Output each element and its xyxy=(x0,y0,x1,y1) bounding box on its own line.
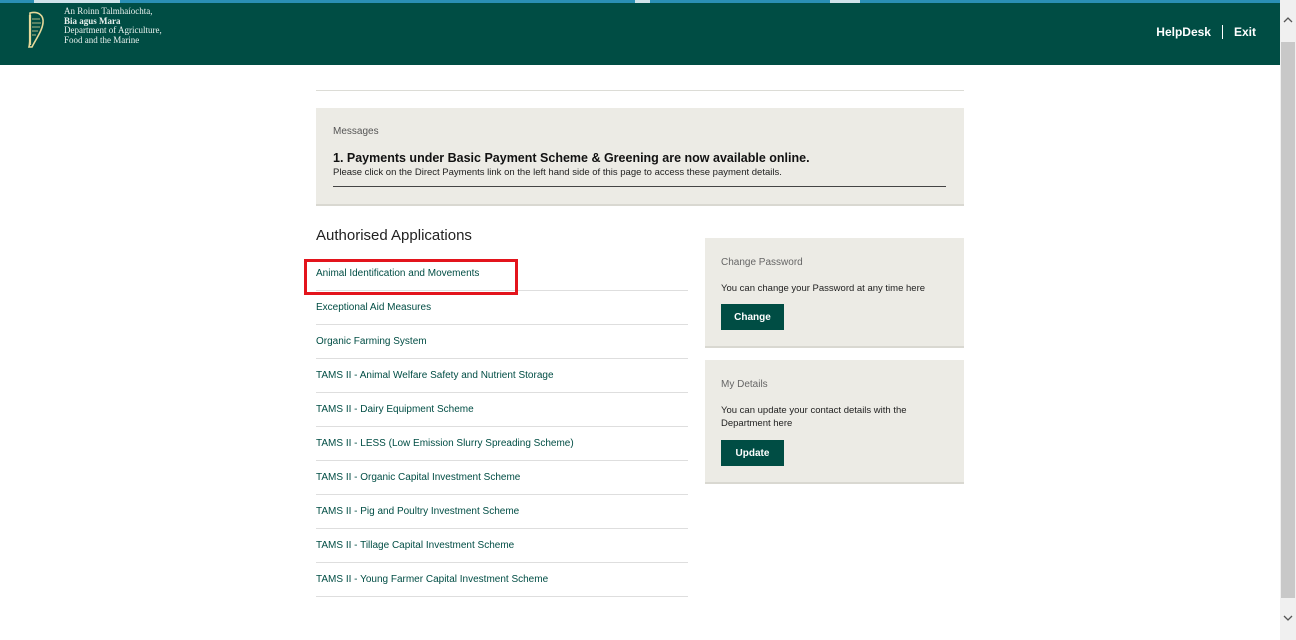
helpdesk-link[interactable]: HelpDesk xyxy=(1156,25,1211,39)
change-button[interactable]: Change xyxy=(721,304,784,330)
my-details-text: You can update your contact details with… xyxy=(721,405,907,429)
app-link-tams-less[interactable]: TAMS II - LESS (Low Emission Slurry Spre… xyxy=(316,427,688,461)
authorised-applications-list: Animal Identification and Movements Exce… xyxy=(316,257,688,597)
update-button[interactable]: Update xyxy=(721,440,784,466)
scrollbar-thumb[interactable] xyxy=(1281,42,1295,598)
top-divider xyxy=(316,90,964,91)
dept-line-4: Food and the Marine xyxy=(64,34,140,45)
messages-label: Messages xyxy=(333,126,379,137)
change-password-card: Change Password You can change your Pass… xyxy=(705,238,964,348)
app-link-tams-dairy[interactable]: TAMS II - Dairy Equipment Scheme xyxy=(316,393,688,427)
change-password-label: Change Password xyxy=(721,257,803,268)
messages-panel: Messages 1. Payments under Basic Payment… xyxy=(316,108,964,206)
site-header: An Roinn Talmhaíochta, Bia agus Mara Dep… xyxy=(0,3,1280,65)
app-link-tams-animal-welfare[interactable]: TAMS II - Animal Welfare Safety and Nutr… xyxy=(316,359,688,393)
app-link-tams-tillage[interactable]: TAMS II - Tillage Capital Investment Sch… xyxy=(316,529,688,563)
message-body: Please click on the Direct Payments link… xyxy=(333,167,782,178)
highlight-annotation-box xyxy=(304,259,518,295)
change-password-text: You can change your Password at any time… xyxy=(721,283,926,294)
harp-logo-icon xyxy=(27,11,44,48)
department-name: An Roinn Talmhaíochta, Bia agus Mara Dep… xyxy=(64,6,162,45)
exit-link[interactable]: Exit xyxy=(1234,25,1256,39)
message-title: 1. Payments under Basic Payment Scheme &… xyxy=(333,151,810,165)
scroll-down-icon[interactable] xyxy=(1282,612,1294,624)
message-divider xyxy=(333,186,946,187)
app-link-exceptional-aid[interactable]: Exceptional Aid Measures xyxy=(316,291,688,325)
authorised-applications-heading: Authorised Applications xyxy=(316,227,472,244)
top-nav: HelpDesk Exit xyxy=(1156,25,1256,39)
my-details-card: My Details You can update your contact d… xyxy=(705,360,964,484)
my-details-label: My Details xyxy=(721,379,768,390)
app-link-tams-young-farmer[interactable]: TAMS II - Young Farmer Capital Investmen… xyxy=(316,563,688,597)
scroll-up-icon[interactable] xyxy=(1282,14,1294,26)
app-link-tams-pig-poultry[interactable]: TAMS II - Pig and Poultry Investment Sch… xyxy=(316,495,688,529)
app-link-tams-organic-capital[interactable]: TAMS II - Organic Capital Investment Sch… xyxy=(316,461,688,495)
nav-divider xyxy=(1221,25,1223,39)
app-link-organic-farming[interactable]: Organic Farming System xyxy=(316,325,688,359)
vertical-scrollbar[interactable] xyxy=(1280,0,1296,640)
